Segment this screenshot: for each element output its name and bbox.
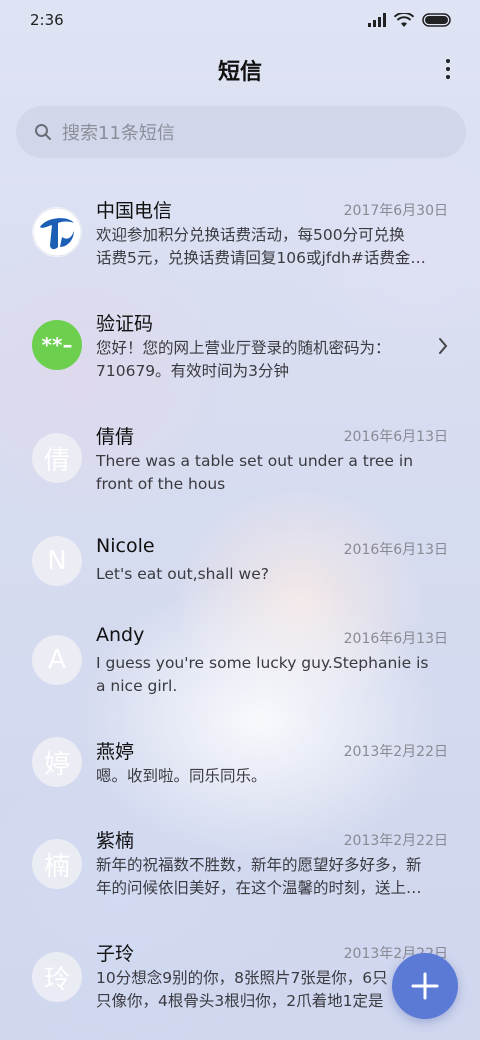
message-date: 2016年6月13日 bbox=[343, 542, 448, 558]
avatar: 楠 bbox=[32, 839, 82, 889]
message-preview: Let's eat out,shall we? bbox=[96, 565, 269, 583]
battery-icon bbox=[422, 13, 451, 27]
app-header: 短信 bbox=[0, 44, 480, 96]
signal-icon bbox=[368, 13, 386, 27]
message-date: 2013年2月22日 bbox=[343, 744, 448, 760]
message-preview: I guess you're some lucky guy.Stephanie … bbox=[96, 654, 429, 695]
avatar: 玲 bbox=[32, 952, 82, 1002]
conversation-item-zinan[interactable]: 楠 紫楠 2013年2月22日 新年的祝福数不胜数，新年的愿望好多好多，新 年的… bbox=[0, 814, 480, 924]
message-date: 2013年2月22日 bbox=[343, 833, 448, 849]
status-icons bbox=[368, 12, 452, 28]
avatar: 倩 bbox=[32, 433, 82, 483]
new-message-button[interactable] bbox=[392, 953, 458, 1019]
avatar: A bbox=[32, 635, 82, 685]
conversation-item-yanting[interactable]: 婷 燕婷 2013年2月22日 嗯。收到啦。同乐同乐。 bbox=[0, 723, 480, 813]
wifi-icon bbox=[394, 12, 414, 27]
avatar: 婷 bbox=[32, 737, 82, 787]
plus-icon bbox=[411, 972, 439, 1000]
more-options-button[interactable] bbox=[442, 56, 454, 82]
contact-name: 子玲 bbox=[96, 943, 135, 965]
conversation-item-verification[interactable]: **– 验证码 您好！您的网上营业厅登录的随机密码为： 710679。有效时间为… bbox=[0, 293, 480, 403]
conversation-item-nicole[interactable]: N Nicole 2016年6月13日 Let's eat out,shall … bbox=[0, 519, 480, 609]
china-telecom-logo-icon bbox=[32, 207, 82, 257]
page-title: 短信 bbox=[217, 60, 262, 85]
contact-name: Andy bbox=[96, 624, 145, 646]
avatar bbox=[32, 207, 82, 257]
conversation-item-qianqian[interactable]: 倩 倩倩 2016年6月13日 There was a table set ou… bbox=[0, 406, 480, 516]
contact-name: 燕婷 bbox=[96, 741, 135, 763]
status-bar: 2:36 bbox=[0, 0, 480, 40]
search-placeholder: 搜索11条短信 bbox=[62, 123, 175, 144]
chevron-right-icon bbox=[439, 338, 448, 354]
search-icon bbox=[35, 124, 51, 140]
conversation-item-andy[interactable]: A Andy 2016年6月13日 I guess you're some lu… bbox=[0, 610, 480, 720]
contact-name: 验证码 bbox=[96, 313, 154, 335]
message-date: 2016年6月13日 bbox=[343, 429, 448, 445]
message-date: 2017年6月30日 bbox=[343, 203, 448, 219]
message-date: 2016年6月13日 bbox=[343, 631, 448, 647]
search-input[interactable]: 搜索11条短信 bbox=[16, 106, 466, 158]
message-preview: 嗯。收到啦。同乐同乐。 bbox=[96, 767, 267, 785]
contact-name: 紫楠 bbox=[96, 830, 135, 852]
contact-name: Nicole bbox=[96, 535, 155, 557]
message-preview: 新年的祝福数不胜数，新年的愿望好多好多，新 年的问候依旧美好，在这个温馨的时刻，… bbox=[96, 856, 422, 897]
contact-name: 中国电信 bbox=[96, 200, 173, 222]
avatar: **– bbox=[32, 320, 82, 370]
avatar: N bbox=[32, 536, 82, 586]
conversation-item-china-telecom[interactable]: 中国电信 2017年6月30日 欢迎参加积分兑换话费活动，每500分可兑换 话费… bbox=[0, 180, 480, 290]
message-preview: 欢迎参加积分兑换话费活动，每500分可兑换 话费5元，兑换话费请回复106或jf… bbox=[96, 226, 426, 267]
message-preview: There was a table set out under a tree i… bbox=[96, 452, 414, 493]
status-time: 2:36 bbox=[30, 11, 64, 29]
message-preview: 您好！您的网上营业厅登录的随机密码为： 710679。有效时间为3分钟 bbox=[96, 339, 391, 380]
more-vertical-icon bbox=[446, 59, 450, 63]
contact-name: 倩倩 bbox=[96, 426, 135, 448]
